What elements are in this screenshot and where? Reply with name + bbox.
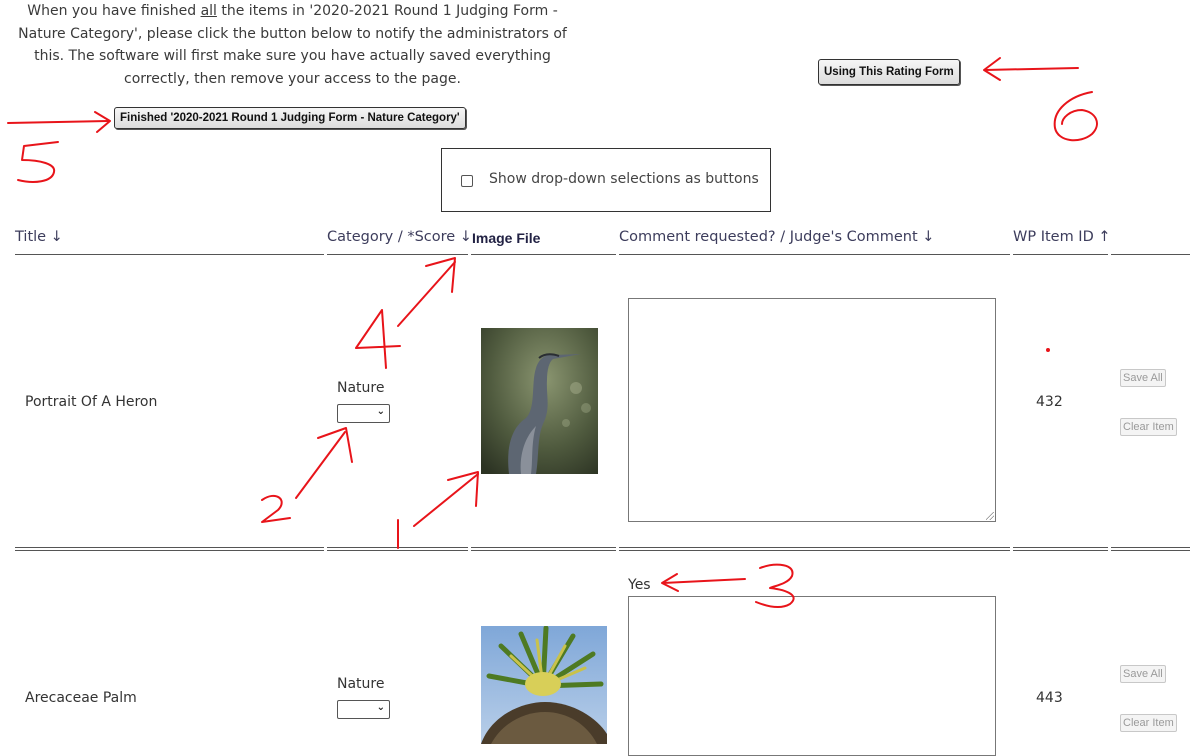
arrow-annotation-5	[7, 120, 109, 124]
digit-5-annotation	[17, 141, 59, 183]
arrow-annotation-2	[295, 431, 346, 499]
red-dot-mark	[1046, 348, 1050, 352]
digit-6-annotation	[1053, 91, 1098, 142]
arrow-annotation-1	[413, 473, 479, 527]
arrowhead-icon	[425, 257, 456, 293]
digit-3-annotation	[755, 563, 795, 609]
arrow-annotation-3	[662, 578, 746, 584]
arrow-annotation-4	[397, 261, 456, 327]
red-annotations	[7, 57, 1098, 609]
arrow-annotation-6	[984, 67, 1079, 71]
digit-2-annotation	[261, 494, 291, 523]
digit-4-annotation	[355, 309, 401, 369]
